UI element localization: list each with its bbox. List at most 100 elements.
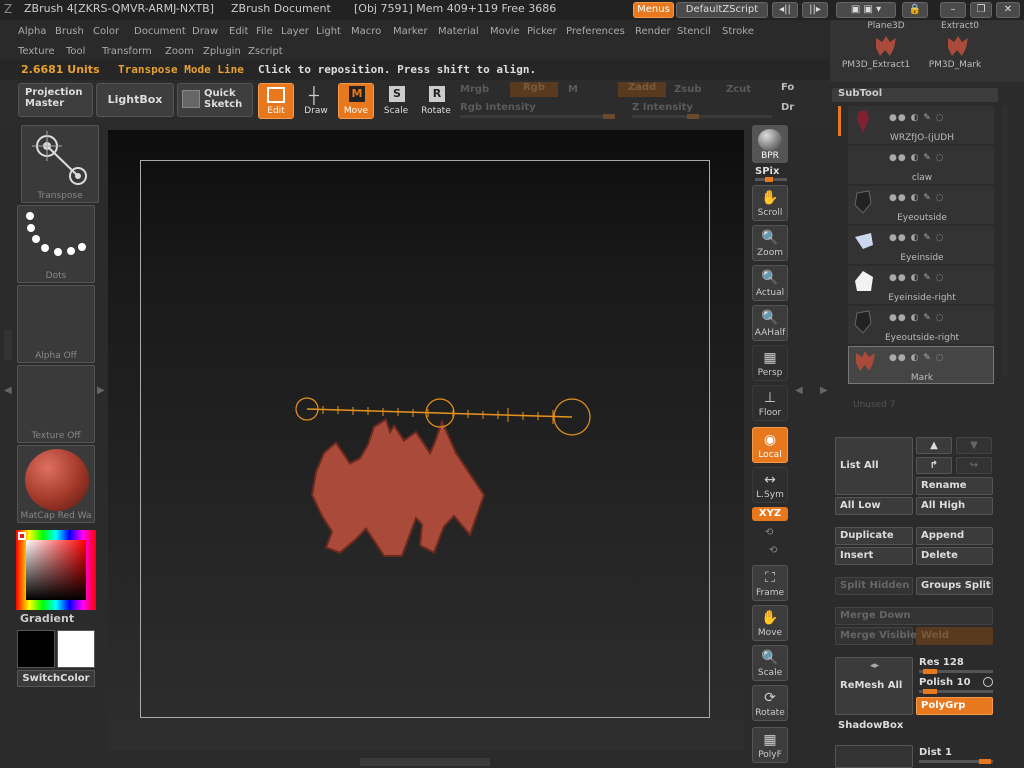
zsub-toggle[interactable]: Zsub xyxy=(674,84,701,95)
scroll-right-icon[interactable]: ||▸ xyxy=(802,2,828,18)
pm3d-mark-thumb-icon[interactable] xyxy=(942,34,972,58)
left-tray-arrow-icon[interactable]: ◀ xyxy=(4,385,12,396)
menu-movie[interactable]: Movie xyxy=(490,26,520,37)
material-slot[interactable]: MatCap Red Wa xyxy=(17,445,95,523)
menu-brush[interactable]: Brush xyxy=(55,26,84,37)
menu-alpha[interactable]: Alpha xyxy=(18,26,46,37)
subtool-toggles-icon[interactable]: ●● ◐ ✎ ◌ xyxy=(889,193,945,203)
draw-size-label[interactable]: Dr xyxy=(781,102,794,113)
all-high-button[interactable]: All High xyxy=(916,497,993,515)
bpr-button[interactable]: BPR xyxy=(752,125,788,163)
subtool-scroll-indicator[interactable] xyxy=(838,106,841,136)
frame-button[interactable]: ⛶ Frame xyxy=(752,565,788,601)
menu-tool[interactable]: Tool xyxy=(66,46,85,57)
subtool-toggles-icon[interactable]: ●● ◐ ✎ ◌ xyxy=(889,353,945,363)
move-button[interactable]: M Move xyxy=(338,83,374,119)
pm3d-extract1-thumb-icon[interactable] xyxy=(870,34,900,58)
dots-stroke-slot[interactable]: Dots xyxy=(17,205,95,283)
default-zscript-button[interactable]: DefaultZScript xyxy=(676,2,768,18)
rgb-toggle[interactable]: Rgb xyxy=(510,82,558,97)
restore-icon[interactable]: ❐ xyxy=(970,2,992,18)
lsym-button[interactable]: ↔ L.Sym xyxy=(752,467,788,503)
persp-button[interactable]: ▦ Persp xyxy=(752,345,788,381)
lock-icon[interactable]: 🔒 xyxy=(902,2,928,18)
z-intensity-slider[interactable]: Z Intensity xyxy=(632,102,693,113)
subtool-item-1[interactable]: ●● ◐ ✎ ◌ claw xyxy=(848,146,994,184)
left-tray-handle[interactable] xyxy=(4,330,12,360)
zcut-toggle[interactable]: Zcut xyxy=(726,84,751,95)
document-canvas[interactable] xyxy=(108,130,744,750)
menu-edit[interactable]: Edit xyxy=(229,26,248,37)
local-button[interactable]: ◉ Local xyxy=(752,427,788,463)
polyf-button[interactable]: ▦ PolyF xyxy=(752,727,788,763)
aahalf-button[interactable]: 🔍 AAHalf xyxy=(752,305,788,341)
rename-button[interactable]: Rename xyxy=(916,477,993,495)
tool-thumb-pm3d-mark[interactable]: PM3D_Mark xyxy=(920,60,990,70)
list-all-button[interactable]: List All xyxy=(835,437,913,495)
minimize-icon[interactable]: – xyxy=(940,2,966,18)
tool-thumb-pm3d-extract1[interactable]: PM3D_Extract1 xyxy=(836,60,916,70)
duplicate-button[interactable]: Duplicate xyxy=(835,527,913,545)
menu-zscript[interactable]: Zscript xyxy=(248,46,283,57)
merge-down-button[interactable]: Merge Down xyxy=(835,607,993,625)
tool-thumb-plane3d[interactable]: Plane3D xyxy=(856,21,916,31)
zoom-button[interactable]: 🔍 Zoom xyxy=(752,225,788,261)
menu-light[interactable]: Light xyxy=(316,26,341,37)
rotate-y-icon[interactable]: ⟲ xyxy=(765,527,773,538)
mrgb-toggle[interactable]: Mrgb xyxy=(460,84,489,95)
forward-arrow-icon[interactable]: ↪ xyxy=(956,457,992,474)
menu-picker[interactable]: Picker xyxy=(527,26,557,37)
groups-split-button[interactable]: Groups Split xyxy=(916,577,993,595)
menu-marker[interactable]: Marker xyxy=(393,26,428,37)
subtool-toggles-icon[interactable]: ●● ◐ ✎ ◌ xyxy=(889,233,945,243)
menu-texture[interactable]: Texture xyxy=(18,46,55,57)
floor-button[interactable]: ⊥ Floor xyxy=(752,385,788,421)
menu-color[interactable]: Color xyxy=(93,26,119,37)
all-low-button[interactable]: All Low xyxy=(835,497,913,515)
close-icon[interactable]: ✕ xyxy=(996,2,1020,18)
spix-slider[interactable] xyxy=(755,177,787,182)
shadowbox-header[interactable]: ShadowBox xyxy=(835,717,993,735)
transpose-slot[interactable]: Transpose xyxy=(21,125,99,203)
subtool-item-6-selected[interactable]: ●● ◐ ✎ ◌ Mark xyxy=(848,346,994,384)
secondary-color-swatch[interactable] xyxy=(57,630,95,668)
rotate-z-icon[interactable]: ⟲ xyxy=(769,545,777,556)
scroll-left-icon[interactable]: ◂|| xyxy=(772,2,798,18)
subtool-item-5[interactable]: ●● ◐ ✎ ◌ Eyeoutside-right xyxy=(848,306,994,344)
rotate-button[interactable]: R Rotate xyxy=(418,83,454,119)
color-picker-ring[interactable] xyxy=(16,530,96,610)
left-tray-collapse-icon[interactable]: ▶ xyxy=(97,385,105,396)
redo-arrow-icon[interactable]: ↱ xyxy=(916,457,952,474)
projection-master-button[interactable]: Projection Master xyxy=(18,83,93,117)
menu-document[interactable]: Document xyxy=(134,26,186,37)
menu-material[interactable]: Material xyxy=(438,26,479,37)
menu-draw[interactable]: Draw xyxy=(192,26,218,37)
polish-slider[interactable]: Polish 10 xyxy=(919,677,971,688)
layout-icon[interactable]: ▣ ▣ ▾ xyxy=(836,2,896,18)
subtool-toggles-icon[interactable]: ●● ◐ ✎ ◌ xyxy=(889,313,945,323)
subtool-header[interactable]: SubTool xyxy=(832,88,998,102)
move-down-arrow-icon[interactable]: ▼ xyxy=(956,437,992,454)
actual-button[interactable]: 🔍 Actual xyxy=(752,265,788,301)
weld-toggle[interactable]: Weld xyxy=(916,627,993,645)
delete-button[interactable]: Delete xyxy=(916,547,993,565)
rotate-view-button[interactable]: ⟳ Rotate xyxy=(752,685,788,721)
alpha-slot[interactable]: Alpha Off xyxy=(17,285,95,363)
res-slider[interactable]: Res 128 xyxy=(919,657,964,668)
subtool-toggles-icon[interactable]: ●● ◐ ✎ ◌ xyxy=(889,273,945,283)
menu-stencil[interactable]: Stencil xyxy=(677,26,711,37)
insert-button[interactable]: Insert xyxy=(835,547,913,565)
draw-button[interactable]: ┼ Draw xyxy=(298,83,334,119)
right-tray-arrow-icon[interactable]: ▶ xyxy=(820,385,828,396)
focal-shift-label[interactable]: Fo xyxy=(781,82,794,93)
main-color-swatch[interactable] xyxy=(17,630,55,668)
spix-label[interactable]: SPix xyxy=(755,166,779,177)
shadowbox-button[interactable] xyxy=(835,745,913,768)
switch-color-button[interactable]: SwitchColor xyxy=(17,670,95,687)
subtool-item-4[interactable]: ●● ◐ ✎ ◌ Eyeinside-right xyxy=(848,266,994,304)
append-button[interactable]: Append xyxy=(916,527,993,545)
menu-macro[interactable]: Macro xyxy=(351,26,381,37)
color-picker-square[interactable] xyxy=(26,540,86,600)
subtool-item-3[interactable]: ●● ◐ ✎ ◌ Eyeinside xyxy=(848,226,994,264)
gradient-label[interactable]: Gradient xyxy=(20,612,74,625)
